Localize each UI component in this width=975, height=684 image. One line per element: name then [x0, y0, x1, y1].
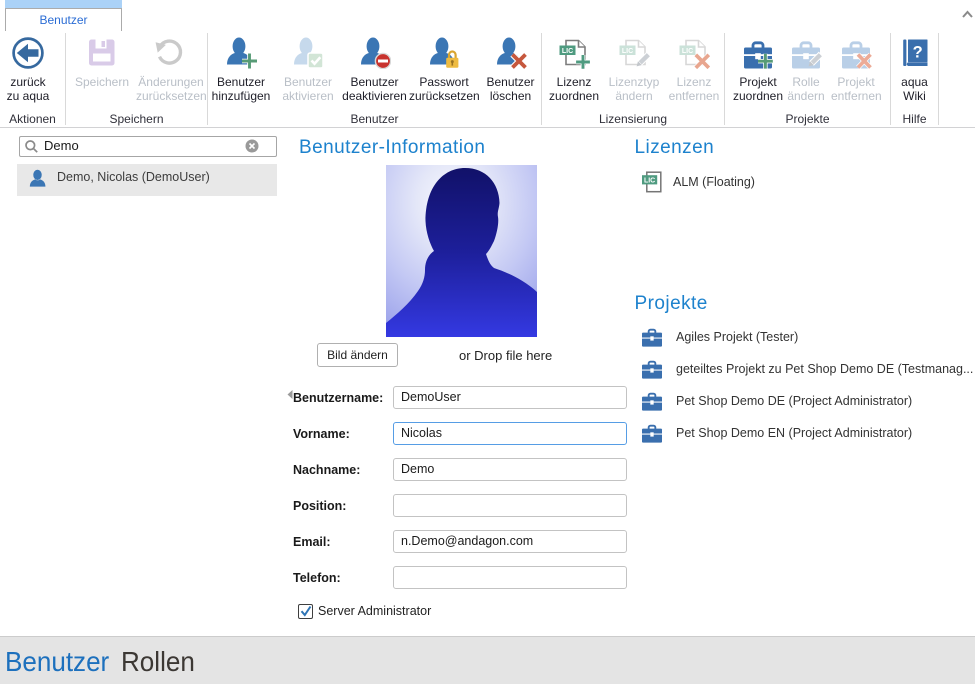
svg-text:LIC: LIC: [644, 178, 655, 185]
svg-text:LIC: LIC: [682, 48, 693, 55]
svg-text:LIC: LIC: [562, 48, 573, 55]
svg-text:LIC: LIC: [622, 48, 633, 55]
svg-text:?: ?: [912, 44, 922, 62]
